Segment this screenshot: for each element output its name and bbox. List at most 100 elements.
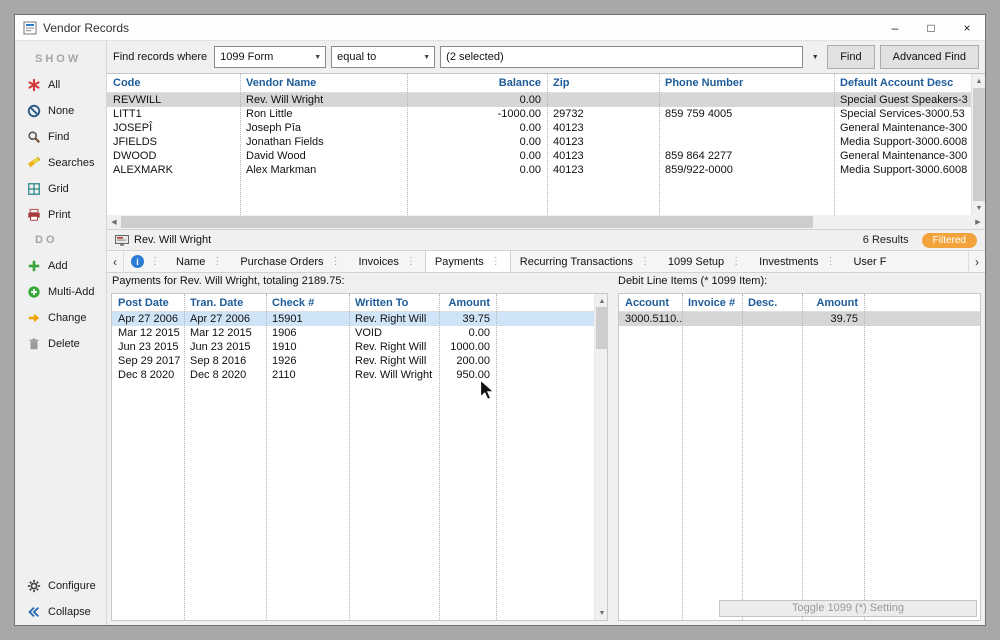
- sidebar-item-change[interactable]: Change: [15, 305, 106, 331]
- vendor-grid-horizontal-scrollbar[interactable]: ◀ ▶: [107, 215, 985, 229]
- titlebar[interactable]: Vendor Records – □ ×: [15, 15, 985, 41]
- find-button[interactable]: Find: [827, 45, 874, 69]
- window-controls: – □ ×: [877, 15, 985, 40]
- column-header-vendor-name[interactable]: Vendor Name: [240, 74, 407, 92]
- table-row[interactable]: LITT1 Ron Little -1000.00 29732 859 759 …: [107, 107, 971, 121]
- maximize-button[interactable]: □: [913, 15, 949, 40]
- find-value-input[interactable]: (2 selected): [440, 46, 803, 68]
- cell: [496, 326, 594, 340]
- chevron-down-icon: ▼: [310, 47, 325, 67]
- advanced-find-button[interactable]: Advanced Find: [880, 45, 979, 69]
- column-separator: [659, 74, 660, 215]
- sidebar-item-find[interactable]: Find: [15, 124, 106, 150]
- filtered-badge[interactable]: Filtered: [922, 233, 977, 248]
- scroll-left-icon[interactable]: ◀: [107, 215, 121, 229]
- sidebar-item-none[interactable]: None: [15, 98, 106, 124]
- tab-grip-icon: ⋮: [150, 256, 160, 267]
- sidebar-item-searches[interactable]: Searches: [15, 150, 106, 176]
- close-button[interactable]: ×: [949, 15, 985, 40]
- column-header-default-account[interactable]: Default Account Desc: [834, 74, 971, 92]
- sidebar-item-multi-add[interactable]: Multi-Add: [15, 279, 106, 305]
- tab-payments[interactable]: Payments⋮: [425, 251, 511, 272]
- cell: Sep 29 2017: [112, 354, 184, 368]
- column-header-zip[interactable]: Zip: [547, 74, 659, 92]
- sidebar-item-all[interactable]: All: [15, 72, 106, 98]
- column-header-phone[interactable]: Phone Number: [659, 74, 834, 92]
- vendor-record-icon: [115, 235, 129, 246]
- table-row[interactable]: JOSEPÎ Joseph Pîa 0.00 40123 General Mai…: [107, 121, 971, 135]
- sidebar-item-delete[interactable]: Delete: [15, 331, 106, 357]
- scroll-right-icon[interactable]: ▶: [971, 215, 985, 229]
- tabs-scroll-left-button[interactable]: ‹: [107, 251, 124, 272]
- scrollbar-thumb[interactable]: [121, 216, 813, 228]
- payments-vertical-scrollbar[interactable]: ▲ ▼: [594, 294, 607, 620]
- cell: 859 864 2277: [659, 149, 834, 163]
- results-count: 6 Results: [863, 234, 909, 246]
- scroll-down-icon[interactable]: ▼: [972, 201, 986, 215]
- status-bar: Rev. Will Wright 6 Results Filtered: [107, 229, 985, 251]
- table-row[interactable]: DWOOD David Wood 0.00 40123 859 864 2277…: [107, 149, 971, 163]
- cell: 859 759 4005: [659, 107, 834, 121]
- cell: Mar 12 2015: [184, 326, 266, 340]
- vendor-grid-vertical-scrollbar[interactable]: ▲ ▼: [971, 74, 985, 215]
- cell: Rev. Will Wright: [349, 368, 439, 382]
- cell: [742, 312, 802, 326]
- column-header-code[interactable]: Code: [107, 74, 240, 92]
- cell: 0.00: [407, 149, 547, 163]
- find-operator-dropdown[interactable]: equal to ▼: [331, 46, 435, 68]
- column-header-tran-date[interactable]: Tran. Date: [184, 294, 266, 311]
- cell: 15901: [266, 312, 349, 326]
- column-header-invoice-number[interactable]: Invoice #: [682, 294, 742, 311]
- scrollbar-thumb[interactable]: [973, 88, 985, 201]
- column-header-amount[interactable]: Amount: [802, 294, 864, 311]
- column-header-balance[interactable]: Balance: [407, 74, 547, 92]
- tab-recurring-transactions[interactable]: Recurring Transactions⋮: [511, 251, 659, 272]
- tab-info[interactable]: i ⋮: [124, 251, 167, 272]
- scroll-down-icon[interactable]: ▼: [595, 606, 609, 620]
- find-bar: Find records where 1099 Form ▼ equal to …: [107, 41, 985, 73]
- tab-invoices[interactable]: Invoices⋮: [350, 251, 425, 272]
- find-field-dropdown[interactable]: 1099 Form ▼: [214, 46, 326, 68]
- cell: 1000.00: [439, 340, 496, 354]
- column-header-written-to[interactable]: Written To: [349, 294, 439, 311]
- table-row[interactable]: ALEXMARK Alex Markman 0.00 40123 859/922…: [107, 163, 971, 177]
- scroll-up-icon[interactable]: ▲: [595, 294, 609, 308]
- tab-label: Purchase Orders: [240, 256, 323, 268]
- sidebar-item-print[interactable]: Print: [15, 202, 106, 228]
- cell: Ron Little: [240, 107, 407, 121]
- column-header-post-date[interactable]: Post Date: [112, 294, 184, 311]
- cell: [496, 354, 594, 368]
- tab-investments[interactable]: Investments⋮: [750, 251, 844, 272]
- sidebar-item-configure[interactable]: Configure: [15, 573, 106, 599]
- tab-name[interactable]: Name⋮: [167, 251, 231, 272]
- column-header-account[interactable]: Account: [619, 294, 682, 311]
- change-arrow-icon: [27, 311, 41, 325]
- debit-line-items-table: Account Invoice # Desc. Amount 3000.5110…: [618, 293, 981, 621]
- column-separator: [496, 294, 497, 620]
- cell: Rev. Right Will: [349, 340, 439, 354]
- find-history-dropdown[interactable]: ▼: [808, 54, 822, 61]
- table-row[interactable]: REVWILL Rev. Will Wright 0.00 Special Gu…: [107, 93, 971, 107]
- tab-purchase-orders[interactable]: Purchase Orders⋮: [231, 251, 349, 272]
- cell: Rev. Will Wright: [240, 93, 407, 107]
- sidebar-item-grid[interactable]: Grid: [15, 176, 106, 202]
- tabs-scroll-right-button[interactable]: ›: [968, 251, 985, 272]
- cell: 0.00: [407, 93, 547, 107]
- tab-1099-setup[interactable]: 1099 Setup⋮: [659, 251, 750, 272]
- cell: Rev. Right Will: [349, 354, 439, 368]
- scroll-up-icon[interactable]: ▲: [972, 74, 986, 88]
- cell: 0.00: [407, 163, 547, 177]
- minimize-button[interactable]: –: [877, 15, 913, 40]
- column-header-amount[interactable]: Amount: [439, 294, 496, 311]
- column-header-check-number[interactable]: Check #: [266, 294, 349, 311]
- table-row[interactable]: JFIELDS Jonathan Fields 0.00 40123 Media…: [107, 135, 971, 149]
- vendor-records-window: Vendor Records – □ × SHOW All None Find: [14, 14, 986, 626]
- cell: 2110: [266, 368, 349, 382]
- sidebar-item-collapse[interactable]: Collapse: [15, 599, 106, 625]
- scrollbar-thumb[interactable]: [596, 307, 608, 349]
- toggle-1099-setting-button[interactable]: Toggle 1099 (*) Setting: [719, 600, 977, 617]
- tab-user-fields[interactable]: User F: [844, 251, 895, 272]
- sidebar-item-add[interactable]: Add: [15, 253, 106, 279]
- column-header-desc[interactable]: Desc.: [742, 294, 802, 311]
- table-row[interactable]: 3000.5110.... 39.75: [619, 312, 980, 326]
